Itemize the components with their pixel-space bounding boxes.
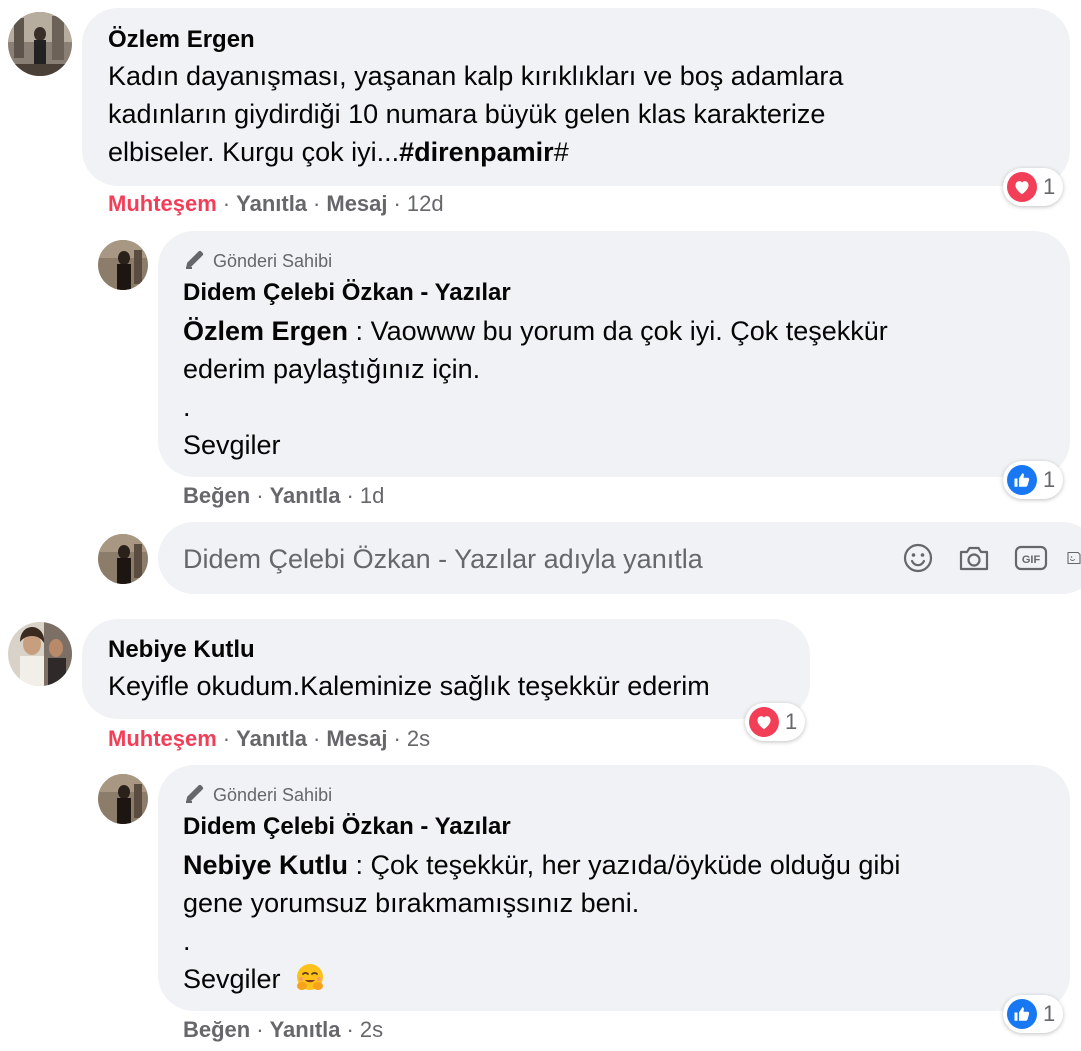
reaction-count: 1 [1043, 467, 1056, 492]
reply-actions: Beğen · Yanıtla · 2s [183, 1017, 383, 1043]
separator-dot: · [393, 191, 401, 216]
reaction-count: 1 [1043, 174, 1056, 199]
heart-icon [749, 707, 779, 737]
avatar[interactable] [98, 240, 148, 290]
comment-text: Keyifle okudum.Kaleminize sağlık teşekkü… [108, 667, 808, 705]
message-button[interactable]: Mesaj [326, 191, 387, 216]
message-button[interactable]: Mesaj [326, 726, 387, 751]
reaction-count: 1 [785, 709, 798, 734]
reply-text: Nebiye Kutlu : Çok teşekkür, her yazıda/… [183, 846, 1063, 1004]
heart-icon [1007, 172, 1037, 202]
separator-dot: · [346, 483, 354, 508]
owner-tag: Gönderi Sahibi [183, 247, 332, 276]
separator-dot: · [222, 726, 231, 751]
like-button[interactable]: Beğen [183, 1017, 250, 1042]
comment-line: Kadın dayanışması, yaşanan kalp kırıklık… [108, 61, 844, 91]
separator-dot: · [393, 726, 401, 751]
separator-dot: · [256, 1017, 264, 1042]
reply-button[interactable]: Yanıtla [236, 191, 307, 216]
reply-button[interactable]: Yanıtla [270, 483, 341, 508]
thumbs-up-icon [1007, 999, 1037, 1029]
pen-icon [183, 781, 207, 810]
smiley-icon[interactable] [900, 540, 936, 576]
reply-text: Özlem Ergen : Vaowww bu yorum da çok iyi… [183, 312, 1063, 464]
reaction-badge[interactable]: 1 [745, 703, 806, 741]
reply-line: . [183, 392, 191, 422]
avatar [98, 534, 148, 584]
reply-input-placeholder: Didem Çelebi Özkan - Yazılar adıyla yanı… [183, 544, 703, 574]
reply-line: Nebiye Kutlu : Çok teşekkür, her yazıda/… [183, 846, 1063, 884]
separator-dot: · [313, 191, 321, 216]
thumbs-up-icon [1007, 465, 1037, 495]
mention-link[interactable]: Nebiye Kutlu [183, 850, 348, 880]
comment-actions: Muhteşem · Yanıtla · Mesaj · 12d [108, 191, 444, 217]
timestamp[interactable]: 2s [360, 1017, 383, 1042]
separator-dot: · [222, 191, 231, 216]
avatar[interactable] [8, 12, 72, 76]
timestamp[interactable]: 2s [407, 726, 430, 751]
reaction-count: 1 [1043, 1001, 1056, 1026]
reply-line: ederim paylaştığınız için. [183, 354, 481, 384]
reaction-badge[interactable]: 1 [1003, 168, 1064, 206]
hug-emoji-icon [294, 962, 326, 1004]
reaction-badge[interactable]: 1 [1003, 995, 1064, 1033]
comment-line: Keyifle okudum.Kaleminize sağlık teşekkü… [108, 671, 710, 701]
mention-separator: : [348, 850, 371, 880]
timestamp[interactable]: 1d [360, 483, 384, 508]
gif-icon[interactable]: GIF [1011, 540, 1051, 576]
timestamp[interactable]: 12d [407, 191, 444, 216]
comment-author[interactable]: Özlem Ergen [108, 26, 255, 54]
mention-link[interactable]: Özlem Ergen [183, 316, 348, 346]
comment-text: Kadın dayanışması, yaşanan kalp kırıklık… [108, 57, 1058, 171]
reaction-button[interactable]: Muhteşem [108, 191, 217, 216]
reply-line: Sevgiler [183, 960, 1063, 1004]
hashtag-link[interactable]: #direnpamir [399, 137, 554, 167]
camera-icon[interactable] [955, 540, 993, 576]
reply-line: Özlem Ergen : Vaowww bu yorum da çok iyi… [183, 312, 1063, 350]
reply-line-text: Çok teşekkür, her yazıda/öyküde olduğu g… [370, 850, 901, 880]
reaction-badge[interactable]: 1 [1003, 461, 1064, 499]
pen-icon [183, 247, 207, 276]
owner-tag-label: Gönderi Sahibi [213, 251, 333, 271]
comment-line: elbiseler. Kurgu çok iyi...#direnpamir# [108, 133, 1058, 171]
owner-tag: Gönderi Sahibi [183, 781, 332, 810]
reply-line: Sevgiler [183, 430, 281, 460]
separator-dot: · [313, 726, 321, 751]
hashtag-tail: # [553, 137, 569, 167]
mention-separator: : [348, 316, 371, 346]
reply-line-text: Vaowww bu yorum da çok iyi. Çok teşekkür [370, 316, 888, 346]
reply-line: gene yorumsuz bırakmamışsınız beni. [183, 888, 640, 918]
comment-actions: Muhteşem · Yanıtla · Mesaj · 2s [108, 726, 430, 752]
reply-actions: Beğen · Yanıtla · 1d [183, 483, 384, 509]
comment-line-text: elbiseler. Kurgu çok iyi... [108, 137, 400, 167]
comment-line: kadınların giydirdiği 10 numara büyük ge… [108, 99, 826, 129]
reply-line: . [183, 926, 191, 956]
avatar[interactable] [8, 622, 72, 686]
separator-dot: · [256, 483, 264, 508]
reply-button[interactable]: Yanıtla [236, 726, 307, 751]
comment-author[interactable]: Nebiye Kutlu [108, 636, 255, 664]
like-button[interactable]: Beğen [183, 483, 250, 508]
svg-text:GIF: GIF [1022, 554, 1041, 566]
sticker-icon[interactable] [1066, 540, 1081, 576]
owner-tag-label: Gönderi Sahibi [213, 785, 333, 805]
avatar[interactable] [98, 774, 148, 824]
reaction-button[interactable]: Muhteşem [108, 726, 217, 751]
reply-button[interactable]: Yanıtla [270, 1017, 341, 1042]
reply-author[interactable]: Didem Çelebi Özkan - Yazılar [183, 279, 511, 307]
separator-dot: · [346, 1017, 354, 1042]
reply-author[interactable]: Didem Çelebi Özkan - Yazılar [183, 813, 511, 841]
reply-line-text: Sevgiler [183, 964, 281, 994]
